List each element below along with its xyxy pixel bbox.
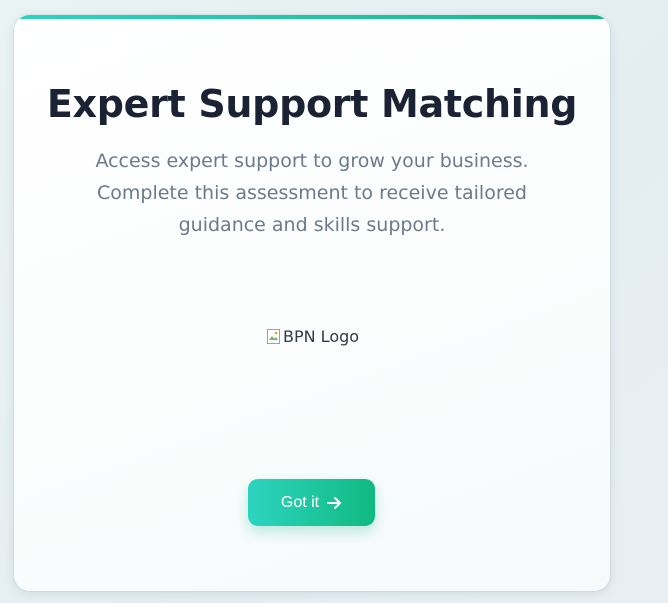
got-it-button-label: Got it: [280, 493, 320, 511]
got-it-button[interactable]: Got it: [248, 479, 375, 526]
broken-image-icon: [267, 328, 281, 345]
bpn-logo-image: BPN Logo: [267, 327, 359, 346]
card-top-accent-bar: [14, 15, 610, 19]
page-title: Expert Support Matching: [46, 82, 578, 126]
logo-alt-text: BPN Logo: [283, 327, 360, 346]
arrow-right-icon: [327, 496, 342, 510]
welcome-card: Expert Support Matching Access expert su…: [14, 15, 610, 591]
page-description: Access expert support to grow your busin…: [95, 150, 529, 236]
